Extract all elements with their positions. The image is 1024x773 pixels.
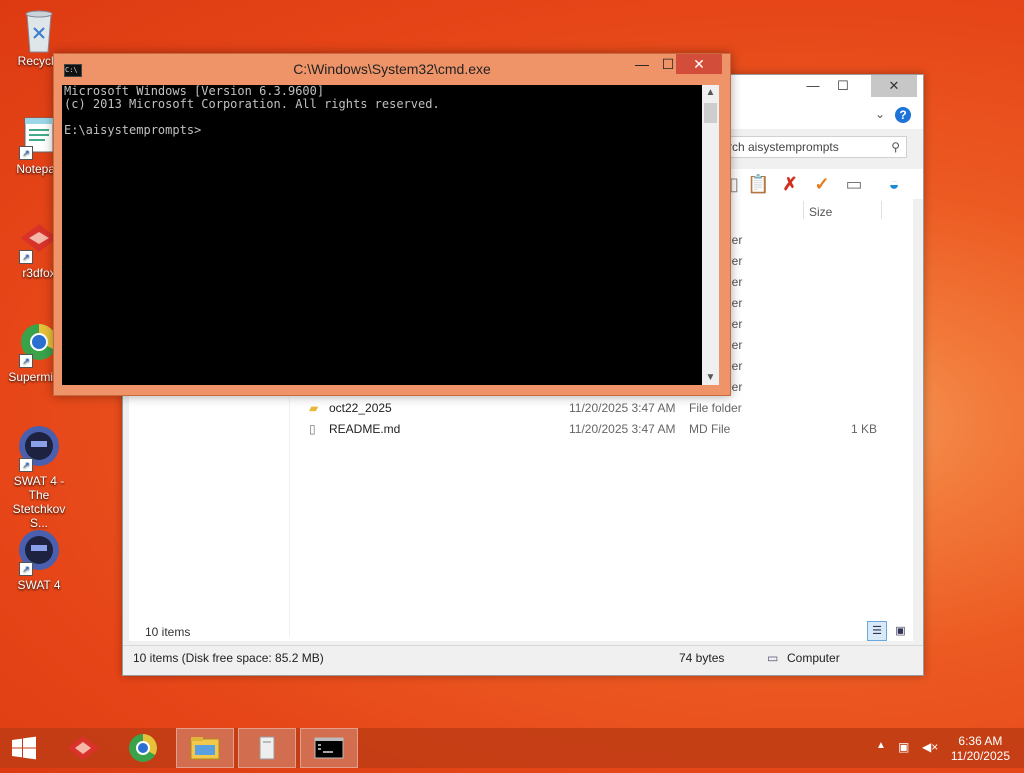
computer-icon: ▭: [767, 651, 779, 665]
help-icon[interactable]: ?: [895, 107, 911, 123]
shell-icon[interactable]: ◒: [883, 173, 905, 195]
status-items-free-space: 10 items (Disk free space: 85.2 MB): [133, 651, 324, 665]
show-hidden-icons-chevron-icon[interactable]: ▲: [876, 740, 886, 751]
supermium-icon: [129, 734, 157, 762]
file-name: oct22_2025: [329, 401, 392, 415]
status-location: Computer: [787, 651, 840, 665]
shortcut-arrow-icon: ↗: [19, 458, 33, 472]
maximize-button[interactable]: ☐: [829, 75, 857, 97]
taskbar-app[interactable]: [238, 728, 296, 768]
recycle-bin-icon: [17, 6, 61, 53]
status-bar: 10 items (Disk free space: 85.2 MB) 74 b…: [123, 645, 923, 670]
volume-muted-icon[interactable]: ◀×: [922, 740, 938, 754]
network-icon[interactable]: ▣: [898, 740, 909, 754]
cmd-titlebar[interactable]: C:\ C:\Windows\System32\cmd.exe — ☐ ✕: [54, 54, 730, 84]
desktop-icon-label: SWAT 4: [17, 578, 61, 592]
file-size: 1 KB: [851, 422, 878, 436]
status-selection-size: 74 bytes: [679, 651, 725, 665]
search-input[interactable]: rch aisystemprompts ⚲: [723, 136, 907, 158]
desktop-icon-swat4[interactable]: ↗ SWAT 4: [2, 530, 76, 592]
console-scrollbar[interactable]: ▲ ▼: [702, 85, 719, 385]
swat4-stetchkov-icon: ↗: [17, 426, 61, 472]
scroll-down-icon[interactable]: ▼: [702, 372, 719, 383]
shortcut-arrow-icon: ↗: [19, 354, 33, 368]
taskbar-clock[interactable]: 6:36 AM 11/20/2025: [951, 734, 1010, 764]
start-button[interactable]: [0, 728, 48, 768]
r3dfox-icon: [67, 736, 99, 760]
navigation-pane[interactable]: [129, 397, 290, 637]
folder-icon: [190, 737, 220, 760]
scroll-up-icon[interactable]: ▲: [702, 87, 719, 98]
delete-icon[interactable]: ✗: [779, 173, 801, 195]
item-count: 10 items: [145, 625, 191, 639]
partial-type-cell: ler: [729, 275, 743, 289]
folder-icon: ▰: [309, 401, 319, 415]
cmd-close-button[interactable]: ✕: [676, 54, 722, 74]
partial-type-cell: ler: [729, 317, 743, 331]
desktop-icon-swat4-stetchkov[interactable]: ↗ SWAT 4 - The Stetchkov S...: [2, 426, 76, 530]
ribbon-expand-chevron-icon[interactable]: ⌄: [875, 107, 885, 121]
partial-type-cell: ler: [729, 233, 743, 247]
scroll-thumb[interactable]: [704, 103, 717, 123]
shortcut-arrow-icon: ↗: [19, 146, 33, 160]
taskbar-r3dfox[interactable]: [54, 728, 112, 768]
taskbar-cmd[interactable]: [300, 728, 358, 768]
column-separator[interactable]: [881, 201, 882, 219]
taskbar-file-explorer[interactable]: [176, 728, 234, 768]
search-icon[interactable]: ⚲: [891, 137, 900, 157]
console-prompt: E:\aisystemprompts>: [64, 123, 202, 137]
file-name: README.md: [329, 422, 401, 436]
rename-icon[interactable]: ▭: [843, 173, 865, 195]
table-row[interactable]: ▯ README.md 11/20/2025 3:47 AM MD File 1…: [309, 420, 909, 440]
checkmark-icon[interactable]: ✓: [811, 173, 833, 195]
cmd-window[interactable]: C:\ C:\Windows\System32\cmd.exe — ☐ ✕ Mi…: [53, 53, 731, 396]
clock-time: 6:36 AM: [958, 734, 1003, 748]
desktop-icon-label: SWAT 4 - The Stetchkov S...: [12, 474, 66, 530]
taskbar: ▲ ▣ ◀× 6:36 AM 11/20/2025: [0, 728, 1024, 768]
file-type: File folder: [689, 401, 742, 415]
partial-type-cell: ler: [729, 338, 743, 352]
details-view-icon[interactable]: ☰: [867, 621, 887, 641]
partial-type-cell: ler: [729, 359, 743, 373]
shortcut-arrow-icon: ↗: [19, 562, 33, 576]
file-date: 11/20/2025 3:47 AM: [569, 401, 676, 415]
file-date: 11/20/2025 3:47 AM: [569, 422, 676, 436]
column-header-size[interactable]: Size: [809, 205, 832, 219]
view-toggle: ☰ ▣: [867, 621, 909, 641]
column-separator[interactable]: [803, 201, 804, 219]
partial-type-cell: ler: [729, 296, 743, 310]
partial-type-cell: ler: [729, 380, 743, 394]
table-row[interactable]: ▰ oct22_2025 11/20/2025 3:47 AM File fol…: [309, 399, 909, 419]
app-window-icon: [259, 736, 275, 760]
cmd-icon: [314, 737, 344, 759]
close-button[interactable]: ✕: [871, 75, 917, 97]
swat4-icon: ↗: [17, 530, 61, 576]
cmd-minimize-button[interactable]: —: [628, 54, 656, 74]
paste-icon[interactable]: 📋: [747, 173, 769, 195]
windows-logo-icon: [12, 736, 36, 760]
file-type: MD File: [689, 422, 731, 436]
shortcut-arrow-icon: ↗: [19, 250, 33, 264]
minimize-button[interactable]: —: [799, 75, 827, 97]
console-line: (c) 2013 Microsoft Corporation. All righ…: [64, 97, 440, 111]
console-output[interactable]: Microsoft Windows [Version 6.3.9600] (c)…: [62, 85, 702, 385]
document-icon: ▯: [309, 422, 316, 436]
partial-type-cell: ler: [729, 254, 743, 268]
clock-date: 11/20/2025: [950, 749, 1010, 763]
taskbar-supermium[interactable]: [114, 728, 172, 768]
large-icons-view-icon[interactable]: ▣: [891, 622, 909, 640]
search-placeholder: rch aisystemprompts: [728, 140, 839, 154]
